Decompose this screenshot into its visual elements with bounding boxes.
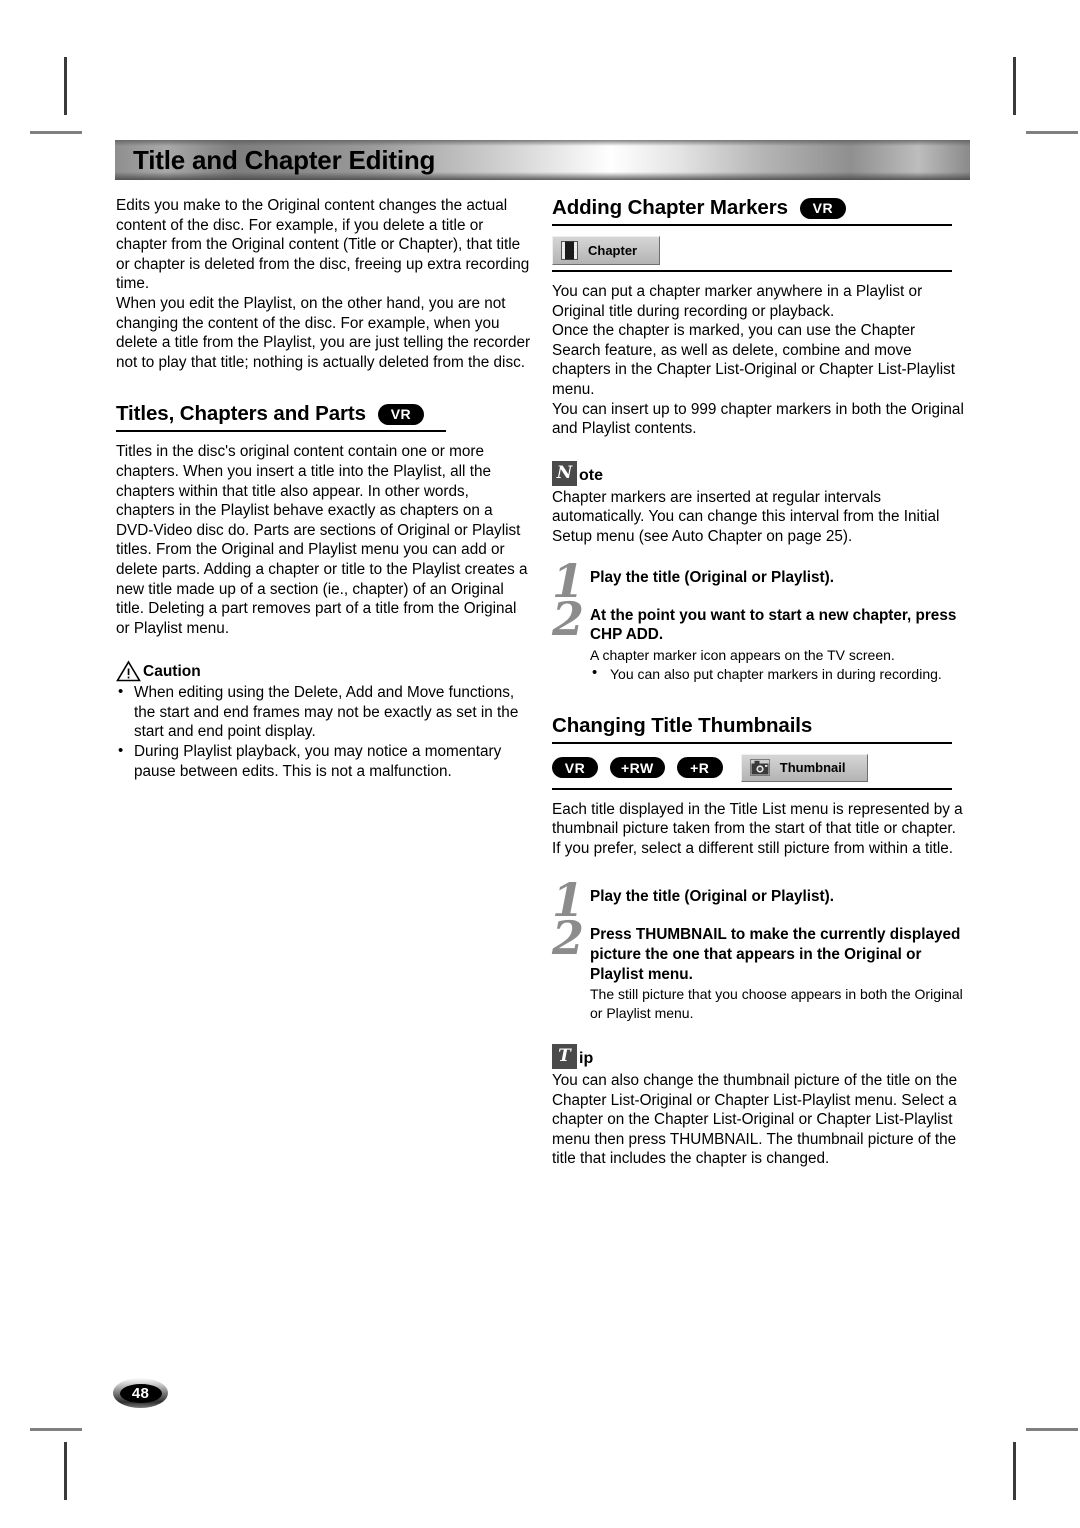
changing-title-thumbnails-heading: Changing Title Thumbnails [552, 714, 967, 742]
warning-triangle-icon [116, 660, 141, 682]
page-title: Title and Chapter Editing [133, 144, 436, 175]
heading-underline [552, 741, 952, 744]
intro-paragraph-1: Edits you make to the Original content c… [116, 197, 530, 293]
caution-item: During Playlist playback, you may notice… [116, 741, 531, 781]
heading-underline [116, 430, 446, 433]
adding-chapter-markers-heading-text: Adding Chapter Markers [552, 196, 788, 219]
titles-chapters-parts-paragraph: Titles in the disc's original content co… [116, 443, 528, 637]
left-column: Edits you make to the Original content c… [116, 196, 531, 781]
note-text: Chapter markers are inserted at regular … [552, 488, 940, 545]
crop-mark-top-right-horizontal [1026, 131, 1078, 134]
chapter-osd-button[interactable]: Chapter [552, 236, 661, 265]
intro-paragraph-2: When you edit the Playlist, on the other… [116, 294, 531, 371]
note-label: ote [579, 466, 603, 484]
chapter-osd-button-label: Chapter [588, 243, 638, 258]
thumbnail-osd-button-label: Thumbnail [779, 760, 846, 776]
document-page: Title and Chapter Editing Edits you make… [0, 0, 1080, 1528]
caution-label: Caution [143, 663, 201, 681]
step-title: Play the title (Original or Playlist). [590, 568, 834, 586]
crop-mark-bottom-right-horizontal [1026, 1428, 1078, 1431]
step-bullet-item: You can also put chapter markers in duri… [590, 664, 967, 683]
media-badge-vr: VR [799, 197, 846, 219]
caution-item: When editing using the Delete, Add and M… [116, 682, 531, 742]
thumbnails-paragraph-2: If you prefer, select a different still … [552, 839, 954, 857]
media-badge-plus-rw: +RW [610, 757, 665, 779]
note-glyph-icon: N [552, 460, 577, 486]
film-strip-icon [561, 241, 578, 260]
media-badge-row: VR +RW +R Thumbnail [552, 753, 967, 782]
step-number: 2 [552, 911, 584, 966]
caution-list: When editing using the Delete, Add and M… [116, 682, 531, 781]
thumbnail-step-2: 2 Press THUMBNAIL to make the currently … [552, 915, 967, 1022]
titles-chapters-parts-heading-text: Titles, Chapters and Parts [116, 402, 366, 426]
titles-chapters-parts-heading: Titles, Chapters and Parts VR [116, 402, 531, 430]
badge-row-underline [552, 787, 952, 790]
osd-button-underline [552, 270, 952, 272]
crop-mark-top-left-vertical [64, 57, 67, 115]
step-title: Press THUMBNAIL to make the currently di… [590, 926, 961, 983]
chapter-markers-paragraph-3: You can insert up to 999 chapter markers… [552, 400, 964, 438]
note-header: N ote [552, 460, 967, 486]
tip-text: You can also change the thumbnail pictur… [552, 1071, 958, 1168]
tip-glyph-icon: T [552, 1043, 577, 1069]
step-title: Play the title (Original or Playlist). [590, 888, 834, 906]
caution-header: Caution [116, 660, 531, 682]
chapter-markers-paragraph-2: Once the chapter is marked, you can use … [552, 322, 955, 398]
chapter-step-1: 1 Play the title (Original or Playlist). [552, 558, 967, 604]
heading-underline [552, 224, 952, 226]
crop-mark-bottom-left-horizontal [30, 1428, 82, 1431]
crop-mark-bottom-left-vertical [64, 1442, 67, 1500]
tip-header: T ip [552, 1043, 967, 1069]
tip-label: ip [579, 1049, 594, 1067]
media-badge-vr: VR [377, 403, 424, 425]
chapter-markers-paragraph-1: You can put a chapter marker anywhere in… [552, 283, 923, 320]
crop-mark-top-right-vertical [1013, 57, 1016, 115]
step-subtext: The still picture that you choose appear… [590, 986, 963, 1021]
step-bullet-list: You can also put chapter markers in duri… [590, 664, 967, 683]
step-number: 2 [552, 591, 584, 646]
thumbnails-paragraph-1: Each title displayed in the Title List m… [552, 800, 963, 838]
crop-mark-top-left-horizontal [30, 131, 82, 134]
page-number: 48 [119, 1383, 162, 1403]
step-subtext: A chapter marker icon appears on the TV … [590, 646, 895, 663]
camera-icon [749, 759, 770, 776]
step-title: At the point you want to start a new cha… [590, 606, 957, 644]
chapter-step-2: 2 At the point you want to start a new c… [552, 596, 967, 684]
media-badge-plus-r: +R [676, 757, 723, 779]
page-title-banner: Title and Chapter Editing [115, 140, 970, 180]
changing-title-thumbnails-heading-text: Changing Title Thumbnails [552, 713, 813, 737]
page-number-badge: 48 [113, 1378, 168, 1408]
adding-chapter-markers-heading: Adding Chapter Markers VR [552, 196, 967, 224]
thumbnail-step-1: 1 Play the title (Original or Playlist). [552, 877, 967, 923]
thumbnail-osd-button[interactable]: Thumbnail [740, 753, 869, 782]
media-badge-vr: VR [552, 757, 598, 779]
crop-mark-bottom-right-vertical [1013, 1442, 1016, 1500]
right-column: Adding Chapter Markers VR Chapter You ca… [552, 196, 967, 1169]
